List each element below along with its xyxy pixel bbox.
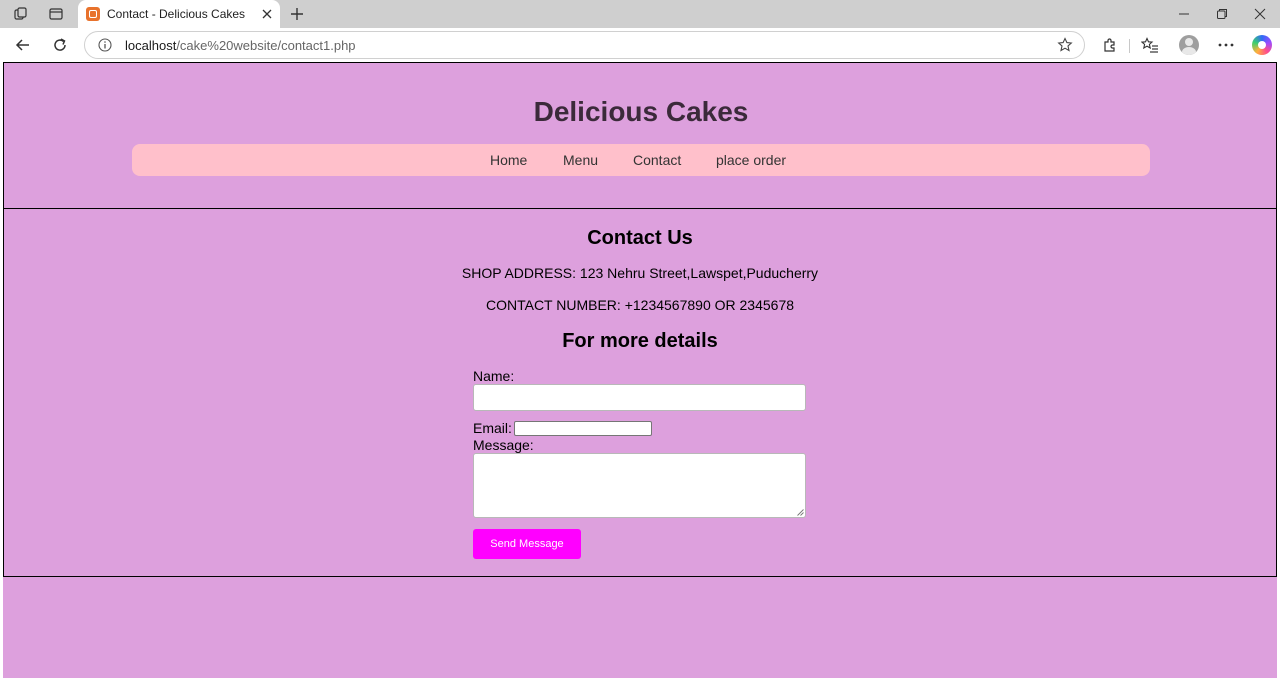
favorites-icon[interactable] [1138,34,1162,56]
window-close-icon[interactable] [1247,4,1273,24]
info-icon[interactable] [98,38,112,52]
refresh-icon[interactable] [48,34,72,56]
tab-title: Contact - Delicious Cakes [107,7,246,21]
tab-strip-icon[interactable] [45,4,67,24]
nav-item-place-order[interactable]: place order [716,152,786,168]
tab-actions-icon[interactable] [10,4,32,24]
url-text[interactable]: localhost/cake%20website/contact1.php [125,38,356,53]
url-path: /cake%20website/contact1.php [176,38,356,53]
site-title: Delicious Cakes [533,96,749,127]
contact-heading: Contact Us [587,227,693,249]
profile-avatar-icon[interactable] [1179,35,1199,55]
toolbar-divider [1129,39,1130,53]
page-viewport: Delicious Cakes Home Menu Contact place … [3,62,1277,678]
email-label: Email: [473,420,512,436]
nav-item-contact[interactable]: Contact [633,152,681,168]
site-header: Delicious Cakes Home Menu Contact place … [3,62,1277,209]
shop-address: SHOP ADDRESS: 123 Nehru Street,Lawspet,P… [461,265,819,281]
url-host: localhost [125,38,177,53]
contact-section: Contact Us SHOP ADDRESS: 123 Nehru Stree… [3,208,1277,577]
nav-bar: Home Menu Contact place order [132,144,1150,176]
message-textarea[interactable] [473,453,806,518]
message-label: Message: [473,437,534,453]
name-label: Name: [473,368,515,384]
close-icon[interactable] [259,6,275,22]
name-input[interactable] [473,384,806,411]
more-icon[interactable] [1214,34,1238,56]
minimize-icon[interactable] [1171,4,1197,24]
send-message-button[interactable]: Send Message [473,529,581,559]
site-favicon-icon [86,7,100,21]
copilot-icon[interactable] [1252,35,1272,55]
extensions-icon[interactable] [1098,34,1122,56]
address-bar[interactable]: localhost/cake%20website/contact1.php [84,31,1085,59]
contact-number: CONTACT NUMBER: +1234567890 OR 2345678 [485,297,795,313]
browser-toolbar: localhost/cake%20website/contact1.php [0,28,1280,62]
star-icon[interactable] [1057,37,1073,53]
resize-grip-icon[interactable] [797,509,804,516]
restore-icon[interactable] [1209,4,1235,24]
nav-item-home[interactable]: Home [490,152,527,168]
browser-tab-bar: Contact - Delicious Cakes [0,0,1280,28]
plus-icon[interactable] [286,4,308,24]
active-tab[interactable]: Contact - Delicious Cakes [78,0,280,28]
nav-item-menu[interactable]: Menu [563,152,598,168]
back-arrow-icon[interactable] [11,34,35,56]
email-input[interactable] [514,421,652,436]
form-heading: For more details [562,330,718,352]
